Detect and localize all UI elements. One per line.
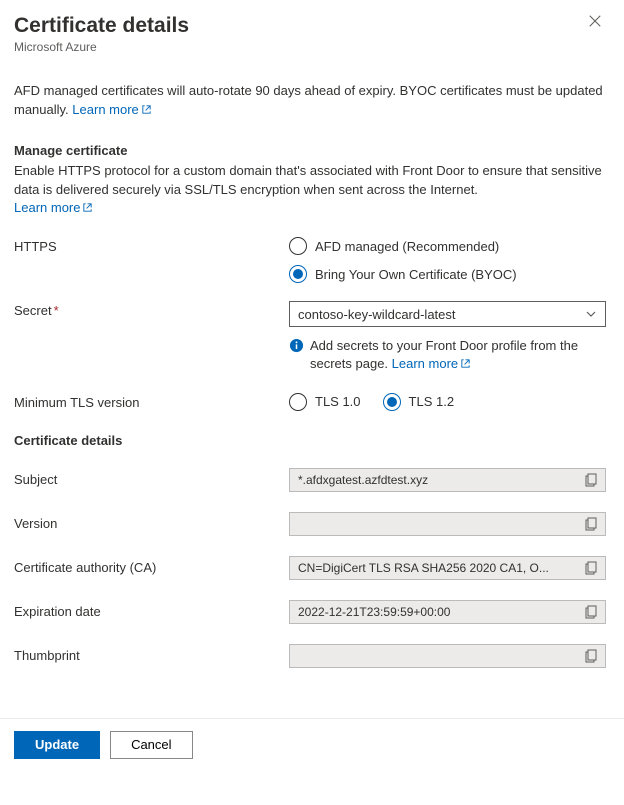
https-radio-afd[interactable]: AFD managed (Recommended) xyxy=(289,237,606,255)
radio-checked-icon xyxy=(289,265,307,283)
expiration-field: 2022-12-21T23:59:59+00:00 xyxy=(289,600,606,624)
info-icon xyxy=(289,338,304,353)
copy-icon[interactable] xyxy=(585,649,599,663)
expiration-label: Expiration date xyxy=(14,604,289,619)
tls-radio-10[interactable]: TLS 1.0 xyxy=(289,393,361,411)
chevron-down-icon xyxy=(585,308,597,320)
copy-icon[interactable] xyxy=(585,473,599,487)
ca-label: Certificate authority (CA) xyxy=(14,560,289,575)
close-icon xyxy=(588,14,602,28)
update-button[interactable]: Update xyxy=(14,731,100,759)
copy-icon[interactable] xyxy=(585,561,599,575)
page-title: Certificate details xyxy=(14,14,189,38)
https-radio-byoc[interactable]: Bring Your Own Certificate (BYOC) xyxy=(289,265,606,283)
close-button[interactable] xyxy=(588,14,606,32)
required-indicator: * xyxy=(54,303,59,318)
expiration-value: 2022-12-21T23:59:59+00:00 xyxy=(298,605,585,619)
copy-icon[interactable] xyxy=(585,605,599,619)
tls-radio-12-label: TLS 1.2 xyxy=(409,394,455,409)
info-learn-more-link[interactable]: Learn more xyxy=(72,102,151,117)
tls-label: Minimum TLS version xyxy=(14,393,289,411)
version-field xyxy=(289,512,606,536)
ca-field: CN=DigiCert TLS RSA SHA256 2020 CA1, O..… xyxy=(289,556,606,580)
manage-section-desc: Enable HTTPS protocol for a custom domai… xyxy=(14,163,602,197)
https-radio-byoc-label: Bring Your Own Certificate (BYOC) xyxy=(315,267,517,282)
radio-icon xyxy=(289,237,307,255)
secret-dropdown-value: contoso-key-wildcard-latest xyxy=(298,307,456,322)
version-label: Version xyxy=(14,516,289,531)
secret-dropdown[interactable]: contoso-key-wildcard-latest xyxy=(289,301,606,327)
manage-section-title: Manage certificate xyxy=(14,143,606,158)
tls-radio-10-label: TLS 1.0 xyxy=(315,394,361,409)
external-link-icon xyxy=(141,102,152,121)
ca-value: CN=DigiCert TLS RSA SHA256 2020 CA1, O..… xyxy=(298,561,585,575)
external-link-icon xyxy=(82,200,93,219)
radio-icon xyxy=(289,393,307,411)
https-radio-afd-label: AFD managed (Recommended) xyxy=(315,239,499,254)
manage-learn-more-link[interactable]: Learn more xyxy=(14,200,93,215)
thumbprint-label: Thumbprint xyxy=(14,648,289,663)
https-label: HTTPS xyxy=(14,237,289,283)
cancel-button[interactable]: Cancel xyxy=(110,731,192,759)
copy-icon[interactable] xyxy=(585,517,599,531)
external-link-icon xyxy=(460,356,471,374)
cert-section-title: Certificate details xyxy=(14,433,606,448)
subject-label: Subject xyxy=(14,472,289,487)
subject-value: *.afdxgatest.azfdtest.xyz xyxy=(298,473,585,487)
secret-learn-more-link[interactable]: Learn more xyxy=(392,356,471,371)
page-subtitle: Microsoft Azure xyxy=(14,40,189,54)
tls-radio-12[interactable]: TLS 1.2 xyxy=(383,393,455,411)
subject-field: *.afdxgatest.azfdtest.xyz xyxy=(289,468,606,492)
thumbprint-field xyxy=(289,644,606,668)
secret-label: Secret xyxy=(14,303,52,318)
radio-checked-icon xyxy=(383,393,401,411)
